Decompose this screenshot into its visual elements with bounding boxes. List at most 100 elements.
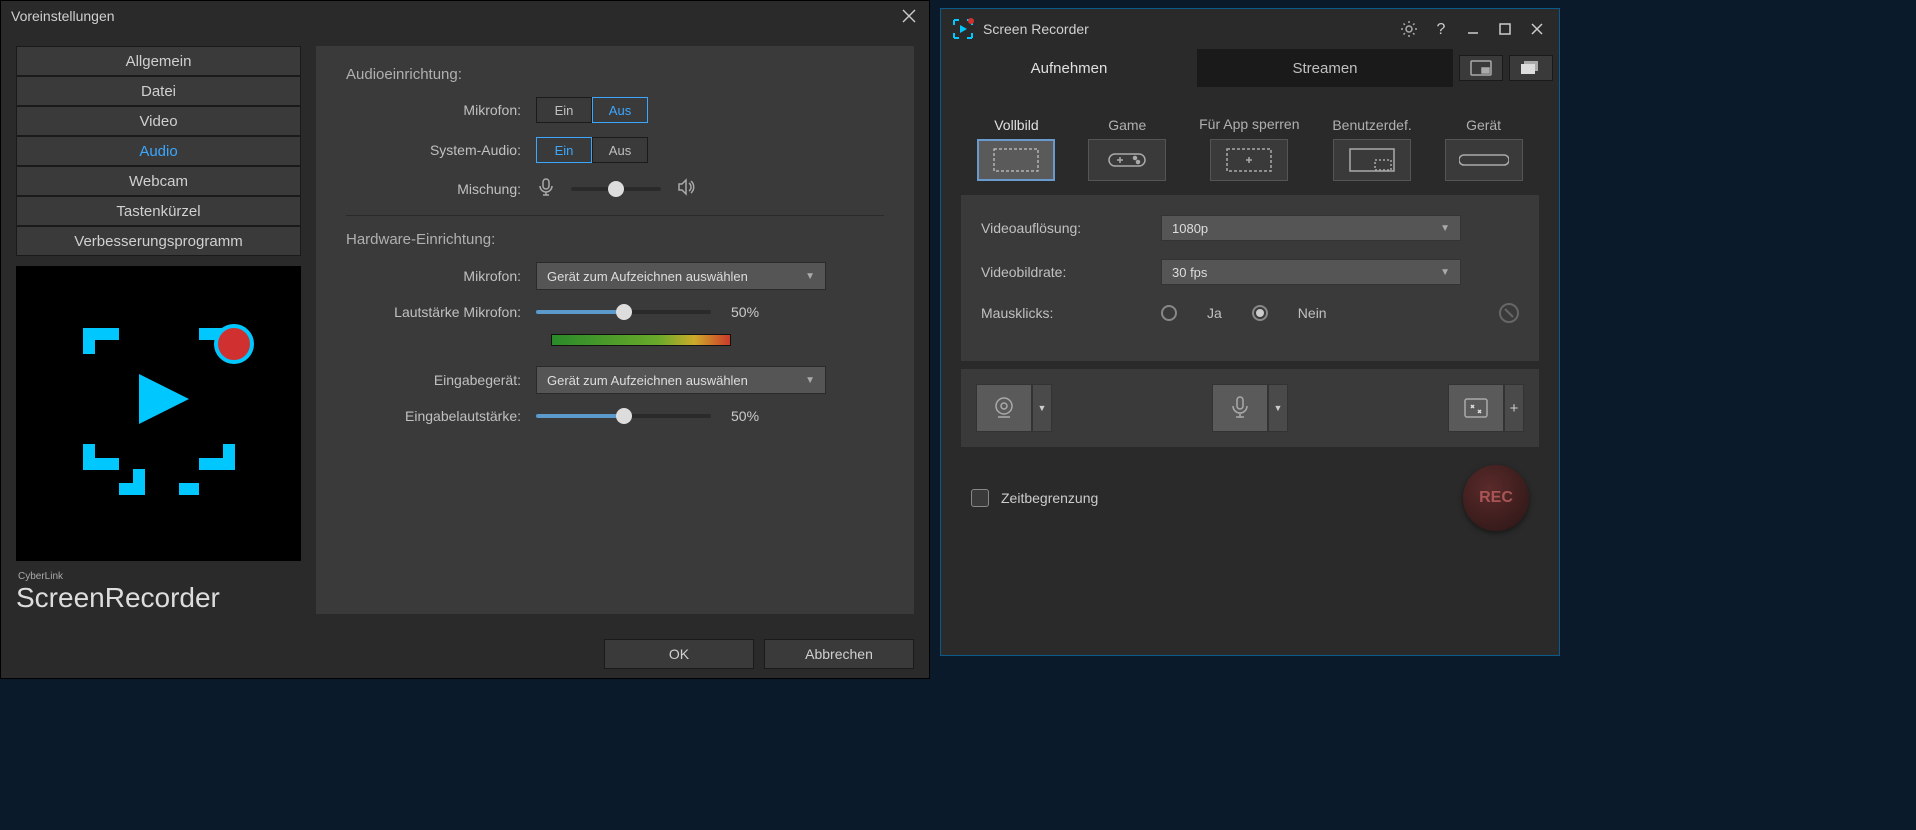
ok-button[interactable]: OK <box>604 639 754 669</box>
app-window: Screen Recorder ? Aufnehmen Streamen <box>940 8 1560 656</box>
pip-button[interactable] <box>1459 55 1503 81</box>
tab-stream[interactable]: Streamen <box>1197 49 1453 87</box>
dialog-titlebar: Voreinstellungen <box>1 1 929 31</box>
mic-on-button[interactable]: Ein <box>536 97 592 123</box>
minimize-button[interactable] <box>1461 17 1485 41</box>
close-button[interactable] <box>1525 17 1549 41</box>
mode-device[interactable]: Gerät <box>1445 97 1523 181</box>
gear-icon[interactable] <box>1397 17 1421 41</box>
hw-mic-label: Mikrofon: <box>346 268 536 284</box>
chevron-down-icon: ▼ <box>805 375 815 386</box>
record-button[interactable]: REC <box>1463 465 1529 531</box>
timelimit-checkbox[interactable] <box>971 489 989 507</box>
nav-shortcuts[interactable]: Tastenkürzel <box>16 196 301 226</box>
mic-volume-value: 50% <box>731 304 759 320</box>
clicks-yes-label: Ja <box>1207 305 1222 321</box>
clicks-no-radio[interactable] <box>1252 305 1268 321</box>
app-titlebar: Screen Recorder ? <box>941 9 1559 49</box>
mode-lock-label: Für App sperren <box>1199 97 1299 133</box>
overlay-button[interactable] <box>1448 384 1504 432</box>
clicks-label: Mausklicks: <box>981 305 1161 321</box>
chevron-down-icon: ▼ <box>1440 267 1450 278</box>
app-logo-icon <box>951 17 975 41</box>
tab-record[interactable]: Aufnehmen <box>941 49 1197 87</box>
mix-slider[interactable] <box>571 187 661 191</box>
close-icon[interactable] <box>899 6 919 26</box>
mic-device-dropdown[interactable]: Gerät zum Aufzeichnen auswählen ▼ <box>536 262 826 290</box>
dialog-title: Voreinstellungen <box>11 8 115 24</box>
sysaudio-on-button[interactable]: Ein <box>536 137 592 163</box>
audio-section-title: Audioeinrichtung: <box>346 66 884 83</box>
lock-app-icon <box>1210 139 1288 181</box>
nav-sidebar: Allgemein Datei Video Audio Webcam Taste… <box>16 46 301 614</box>
webcam-dropdown[interactable]: ▼ <box>1032 384 1052 432</box>
nav-video[interactable]: Video <box>16 106 301 136</box>
fullscreen-icon <box>977 139 1055 181</box>
input-volume-slider[interactable] <box>536 414 711 418</box>
multiwindow-button[interactable] <box>1509 55 1553 81</box>
mode-lock-app[interactable]: Für App sperren <box>1199 97 1299 181</box>
mic-volume-label: Lautstärke Mikrofon: <box>346 304 536 320</box>
overlay-add-button[interactable]: + <box>1504 384 1524 432</box>
svg-text:?: ? <box>1437 21 1446 38</box>
microphone-icon <box>536 177 556 200</box>
disabled-icon <box>1499 303 1519 323</box>
maximize-button[interactable] <box>1493 17 1517 41</box>
resolution-value: 1080p <box>1172 221 1208 236</box>
settings-panel: Audioeinrichtung: Mikrofon: Ein Aus Syst… <box>316 46 914 614</box>
mode-game[interactable]: Game <box>1088 97 1166 181</box>
mode-fullscreen[interactable]: Vollbild <box>977 97 1055 181</box>
fps-label: Videobildrate: <box>981 264 1161 280</box>
product-title: ScreenRecorder <box>16 582 301 614</box>
resolution-dropdown[interactable]: 1080p ▼ <box>1161 215 1461 241</box>
nav-audio[interactable]: Audio <box>16 136 301 166</box>
timelimit-label: Zeitbegrenzung <box>1001 490 1098 506</box>
resolution-label: Videoauflösung: <box>981 220 1161 236</box>
clicks-yes-radio[interactable] <box>1161 305 1177 321</box>
mode-game-label: Game <box>1108 97 1146 133</box>
webcam-button[interactable] <box>976 384 1032 432</box>
help-icon[interactable]: ? <box>1429 17 1453 41</box>
gamepad-icon <box>1088 139 1166 181</box>
microphone-button[interactable] <box>1212 384 1268 432</box>
mic-device-value: Gerät zum Aufzeichnen auswählen <box>547 269 748 284</box>
mode-custom[interactable]: Benutzerdef. <box>1332 97 1411 181</box>
mode-strip: Vollbild Game Für App sperren Benutzerde… <box>941 87 1559 187</box>
mic-volume-slider[interactable] <box>536 310 711 314</box>
volume-meter <box>551 334 731 346</box>
nav-general[interactable]: Allgemein <box>16 46 301 76</box>
nav-improvement[interactable]: Verbesserungsprogramm <box>16 226 301 256</box>
mode-fullscreen-label: Vollbild <box>994 97 1038 133</box>
mic-off-button[interactable]: Aus <box>592 97 648 123</box>
fps-value: 30 fps <box>1172 265 1207 280</box>
fps-dropdown[interactable]: 30 fps ▼ <box>1161 259 1461 285</box>
microphone-dropdown[interactable]: ▼ <box>1268 384 1288 432</box>
cancel-button[interactable]: Abbrechen <box>764 639 914 669</box>
input-volume-value: 50% <box>731 408 759 424</box>
mic-label: Mikrofon: <box>346 102 536 118</box>
device-icon <box>1445 139 1523 181</box>
chevron-down-icon: ▼ <box>1440 223 1450 234</box>
nav-file[interactable]: Datei <box>16 76 301 106</box>
nav-webcam[interactable]: Webcam <box>16 166 301 196</box>
hardware-section-title: Hardware-Einrichtung: <box>346 231 884 248</box>
product-name: CyberLink ScreenRecorder <box>16 571 301 614</box>
sysaudio-off-button[interactable]: Aus <box>592 137 648 163</box>
input-device-label: Eingabegerät: <box>346 372 536 388</box>
sources-toolbar: ▼ ▼ + <box>961 369 1539 447</box>
input-volume-label: Eingabelautstärke: <box>346 408 536 424</box>
mix-label: Mischung: <box>346 181 536 197</box>
app-title: Screen Recorder <box>983 21 1089 37</box>
mic-toggle: Ein Aus <box>536 97 648 123</box>
input-device-dropdown[interactable]: Gerät zum Aufzeichnen auswählen ▼ <box>536 366 826 394</box>
speaker-icon <box>676 177 696 200</box>
product-logo <box>16 266 301 561</box>
mode-custom-label: Benutzerdef. <box>1332 97 1411 133</box>
system-audio-toggle: Ein Aus <box>536 137 648 163</box>
clicks-no-label: Nein <box>1298 305 1327 321</box>
record-label: REC <box>1479 489 1513 507</box>
custom-region-icon <box>1333 139 1411 181</box>
system-audio-label: System-Audio: <box>346 142 536 158</box>
capture-settings: Videoauflösung: 1080p ▼ Videobildrate: 3… <box>961 195 1539 361</box>
chevron-down-icon: ▼ <box>805 271 815 282</box>
